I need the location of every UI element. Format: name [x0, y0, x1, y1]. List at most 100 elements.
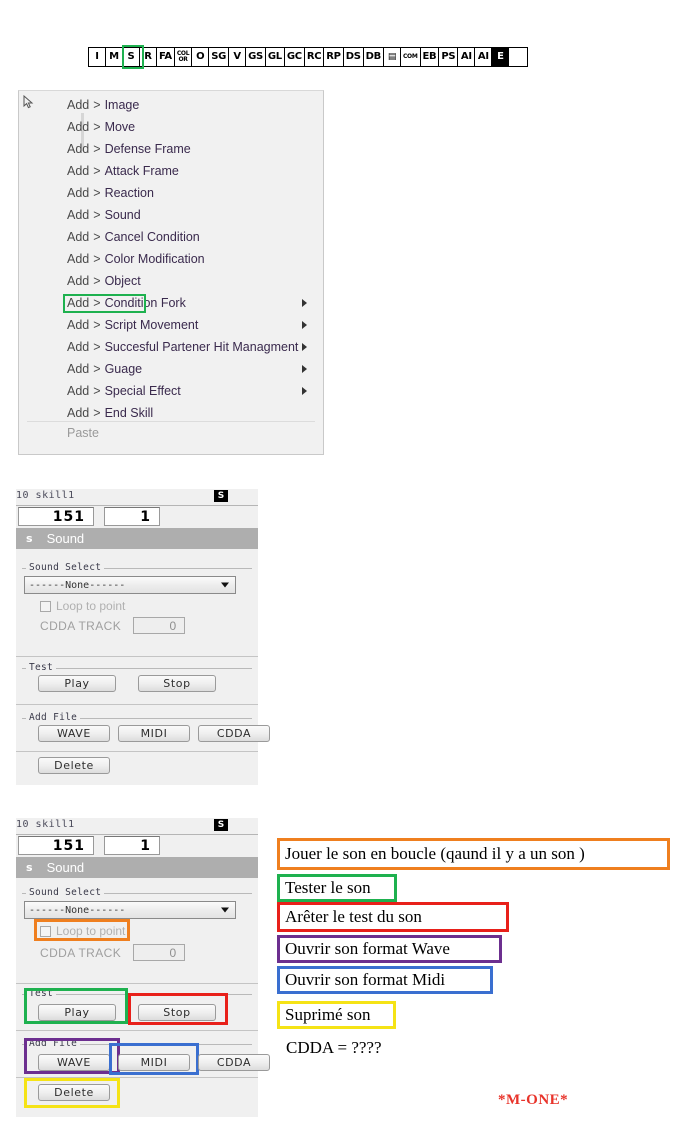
menu-item-prefix: Add [67, 142, 90, 156]
menu-item-label: Reaction [104, 186, 154, 200]
toolbar-button-empty[interactable] [509, 48, 528, 66]
icon-toolbar[interactable]: I M S R FA COL OR O SG V GS GL GC RC RP … [88, 47, 529, 67]
panel-title-text: 10 skill1 [16, 490, 75, 501]
midi-button[interactable]: MIDI [118, 725, 190, 742]
toolbar-button-com[interactable]: COM [400, 48, 421, 66]
panel-header-sound: s Sound [16, 528, 258, 549]
toolbar-button-frame-icon[interactable]: ▤ [383, 48, 401, 66]
index-number-field[interactable]: 1 [104, 507, 160, 526]
cdda-track-field[interactable]: 0 [133, 944, 186, 961]
checkbox-box-icon[interactable] [40, 925, 51, 937]
menu-item-add-succesful-partener-hit-managment[interactable]: Add > Succesful Partener Hit Managment [19, 336, 323, 358]
sound-icon: s [26, 532, 33, 545]
menu-item-prefix: Add [67, 208, 90, 222]
menu-item-label: Attack Frame [104, 164, 179, 178]
menu-item-add-cancel-condition[interactable]: Add > Cancel Condition [19, 226, 323, 248]
menu-item-prefix: Add [67, 318, 90, 332]
panel-divider-1 [16, 983, 258, 984]
menu-item-add-color-modification[interactable]: Add > Color Modification [19, 248, 323, 270]
menu-item-add-image[interactable]: Add > Image [19, 94, 323, 116]
toolbar-button-v[interactable]: V [229, 48, 247, 66]
toolbar-button-ps[interactable]: PS [439, 48, 459, 66]
menu-item-label: End Skill [104, 406, 154, 420]
add-file-group: Add File [22, 712, 252, 723]
context-menu[interactable]: Add > Image Add > Move Add > Defense Fra… [18, 90, 324, 455]
checkbox-box-icon[interactable] [40, 600, 51, 612]
toolbar-button-rc[interactable]: RC [304, 48, 325, 66]
stop-button[interactable]: Stop [138, 675, 216, 692]
menu-item-prefix: Add [67, 98, 90, 112]
menu-item-label: Special Effect [104, 384, 181, 398]
author-signature: *M-ONE* [498, 1092, 569, 1108]
menu-item-separator: > [93, 274, 101, 288]
wave-button[interactable]: WAVE [38, 725, 110, 742]
toolbar-button-m[interactable]: M [106, 48, 123, 66]
panel-divider-2 [16, 704, 258, 705]
menu-item-separator: > [93, 230, 101, 244]
menu-item-add-reaction[interactable]: Add > Reaction [19, 182, 323, 204]
toolbar-button-gl[interactable]: GL [265, 48, 285, 66]
menu-item-add-defense-frame[interactable]: Add > Defense Frame [19, 138, 323, 160]
midi-button[interactable]: MIDI [118, 1054, 190, 1071]
delete-button[interactable]: Delete [38, 1084, 110, 1101]
menu-item-prefix: Add [67, 384, 90, 398]
menu-item-add-move[interactable]: Add > Move [19, 116, 323, 138]
stop-button[interactable]: Stop [138, 1004, 216, 1021]
menu-item-add-special-effect[interactable]: Add > Special Effect [19, 380, 323, 402]
loop-to-point-label: Loop to point [56, 599, 126, 613]
toolbar-button-fa[interactable]: FA [157, 48, 175, 66]
delete-button[interactable]: Delete [38, 757, 110, 774]
toolbar-button-e[interactable]: E [492, 48, 510, 66]
menu-item-add-script-movement[interactable]: Add > Script Movement [19, 314, 323, 336]
menu-item-add-attack-frame[interactable]: Add > Attack Frame [19, 160, 323, 182]
toolbar-button-ds[interactable]: DS [343, 48, 364, 66]
toolbar-button-sg[interactable]: SG [209, 48, 230, 66]
note-delete-sound: Suprimé son [277, 1001, 396, 1029]
toolbar-button-ai-1[interactable]: AI [458, 48, 476, 66]
menu-item-label: Guage [104, 362, 143, 376]
context-menu-list: Add > Image Add > Move Add > Defense Fra… [19, 94, 323, 424]
toolbar-button-rp[interactable]: RP [324, 48, 344, 66]
toolbar-button-r[interactable]: R [140, 48, 157, 66]
sound-select-dropdown[interactable]: ------None------ [24, 576, 236, 594]
cdda-button[interactable]: CDDA [198, 1054, 270, 1071]
menu-item-add-condition-fork[interactable]: Add > Condition Fork [19, 292, 323, 314]
toolbar-button-gs[interactable]: GS [246, 48, 266, 66]
play-button[interactable]: Play [38, 1004, 116, 1021]
menu-item-add-guage[interactable]: Add > Guage [19, 358, 323, 380]
menu-item-label: Image [104, 98, 140, 112]
cdda-track-field[interactable]: 0 [133, 617, 186, 634]
toolbar-button-color[interactable]: COL OR [174, 48, 193, 66]
menu-item-separator: > [93, 318, 101, 332]
toolbar-button-gc[interactable]: GC [284, 48, 305, 66]
menu-item-add-object[interactable]: Add > Object [19, 270, 323, 292]
chevron-right-icon [302, 343, 307, 351]
loop-to-point-checkbox[interactable]: Loop to point [40, 924, 125, 938]
frame-number-field[interactable]: 151 [18, 507, 94, 526]
sound-select-legend: Sound Select [26, 562, 105, 573]
menu-item-paste[interactable]: Paste [67, 423, 99, 443]
toolbar-button-o[interactable]: O [192, 48, 210, 66]
menu-item-label: Move [104, 120, 136, 134]
cdda-track-label: CDDA TRACK [40, 945, 122, 960]
panel-body: Sound Select ------None------ Loop to po… [16, 878, 270, 1117]
toolbar-button-ai-2[interactable]: AI [475, 48, 493, 66]
frame-number-field[interactable]: 151 [18, 836, 94, 855]
toolbar-com-label: COM [402, 52, 418, 60]
sound-select-dropdown[interactable]: ------None------ [24, 901, 236, 919]
menu-item-prefix: Add [67, 230, 90, 244]
wave-button[interactable]: WAVE [38, 1054, 110, 1071]
panel-header-label: Sound [46, 531, 85, 546]
toolbar-button-db[interactable]: DB [363, 48, 384, 66]
menu-item-add-sound[interactable]: Add > Sound [19, 204, 323, 226]
index-number-field[interactable]: 1 [104, 836, 160, 855]
play-button[interactable]: Play [38, 675, 116, 692]
toolbar-button-i[interactable]: I [89, 48, 106, 66]
menu-item-label: Defense Frame [104, 142, 191, 156]
menu-item-prefix: Add [67, 274, 90, 288]
toolbar-button-eb[interactable]: EB [420, 48, 440, 66]
loop-to-point-checkbox[interactable]: Loop to point [40, 599, 125, 613]
cdda-button[interactable]: CDDA [198, 725, 270, 742]
toolbar-button-s[interactable]: S [123, 48, 140, 66]
panel-title-badge: S [214, 819, 228, 831]
